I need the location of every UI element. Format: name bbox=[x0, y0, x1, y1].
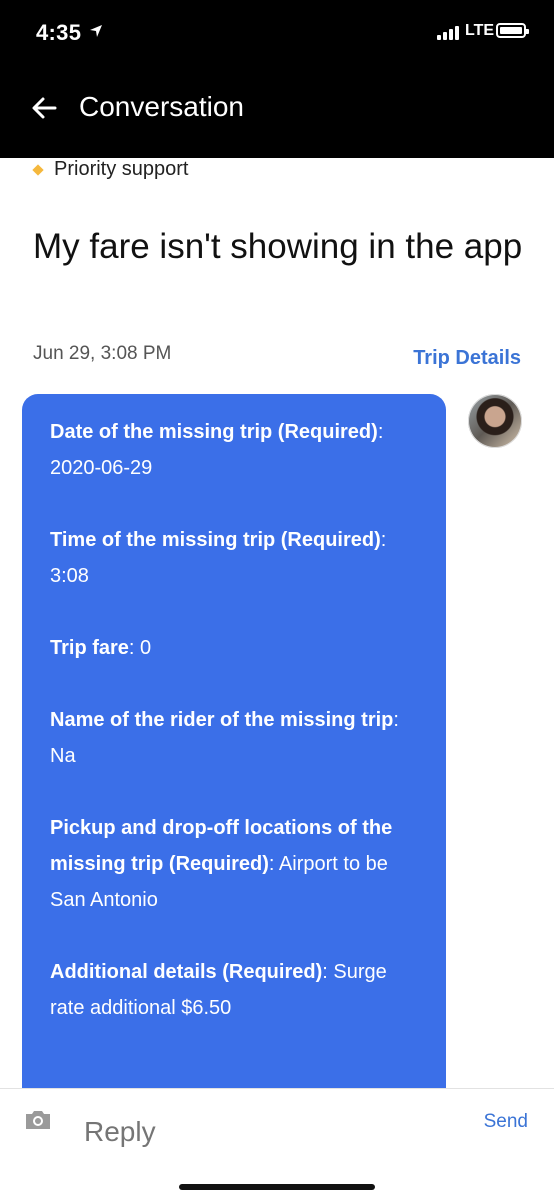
user-avatar bbox=[468, 394, 522, 448]
header-title: Conversation bbox=[79, 91, 244, 122]
message-field: Trip fare: 0 bbox=[50, 637, 152, 659]
camera-icon[interactable] bbox=[24, 1109, 52, 1131]
field-value: Na bbox=[50, 745, 76, 767]
location-arrow-icon bbox=[90, 25, 102, 37]
message-field: Time of the missing trip (Required): 3:08 bbox=[50, 529, 387, 587]
field-key: Time of the missing trip (Required) bbox=[50, 529, 381, 551]
field-value: 3:08 bbox=[50, 565, 89, 587]
priority-badge: Priority support bbox=[32, 158, 189, 181]
message-field: Pickup and drop-off locations of the mis… bbox=[50, 817, 393, 911]
trip-details-link[interactable]: Trip Details bbox=[413, 347, 521, 370]
message-bubble: Date of the missing trip (Required): 2020… bbox=[22, 394, 446, 1094]
field-value: 2020-06-29 bbox=[50, 457, 153, 479]
app-header: Conversation bbox=[0, 70, 554, 158]
diamond-icon bbox=[32, 163, 44, 176]
send-button[interactable]: Send bbox=[484, 1111, 528, 1133]
priority-label: Priority support bbox=[54, 158, 189, 180]
reply-input[interactable] bbox=[82, 1115, 446, 1149]
field-key: Trip fare bbox=[50, 637, 129, 659]
status-time: 4:35 bbox=[36, 20, 82, 45]
field-value: 0 bbox=[140, 637, 152, 659]
message-date: Jun 29, 3:08 PM bbox=[33, 343, 172, 364]
field-key: Additional details (Required) bbox=[50, 961, 323, 983]
signal-icon bbox=[437, 24, 459, 40]
home-indicator bbox=[179, 1184, 375, 1190]
back-arrow-icon[interactable] bbox=[30, 94, 58, 122]
status-bar: 4:35 LTE bbox=[0, 0, 554, 70]
message-field: Additional details (Required): Surge rat… bbox=[50, 961, 387, 1019]
battery-icon bbox=[496, 23, 529, 38]
field-key: Name of the rider of the missing trip bbox=[50, 709, 394, 731]
message-field: Name of the rider of the missing trip: N… bbox=[50, 709, 399, 767]
field-key: Date of the missing trip (Required) bbox=[50, 421, 378, 443]
network-label: LTE bbox=[465, 22, 495, 39]
conversation-subject: My fare isn't showing in the app bbox=[33, 227, 523, 266]
message-field: Date of the missing trip (Required): 2020… bbox=[50, 421, 384, 479]
